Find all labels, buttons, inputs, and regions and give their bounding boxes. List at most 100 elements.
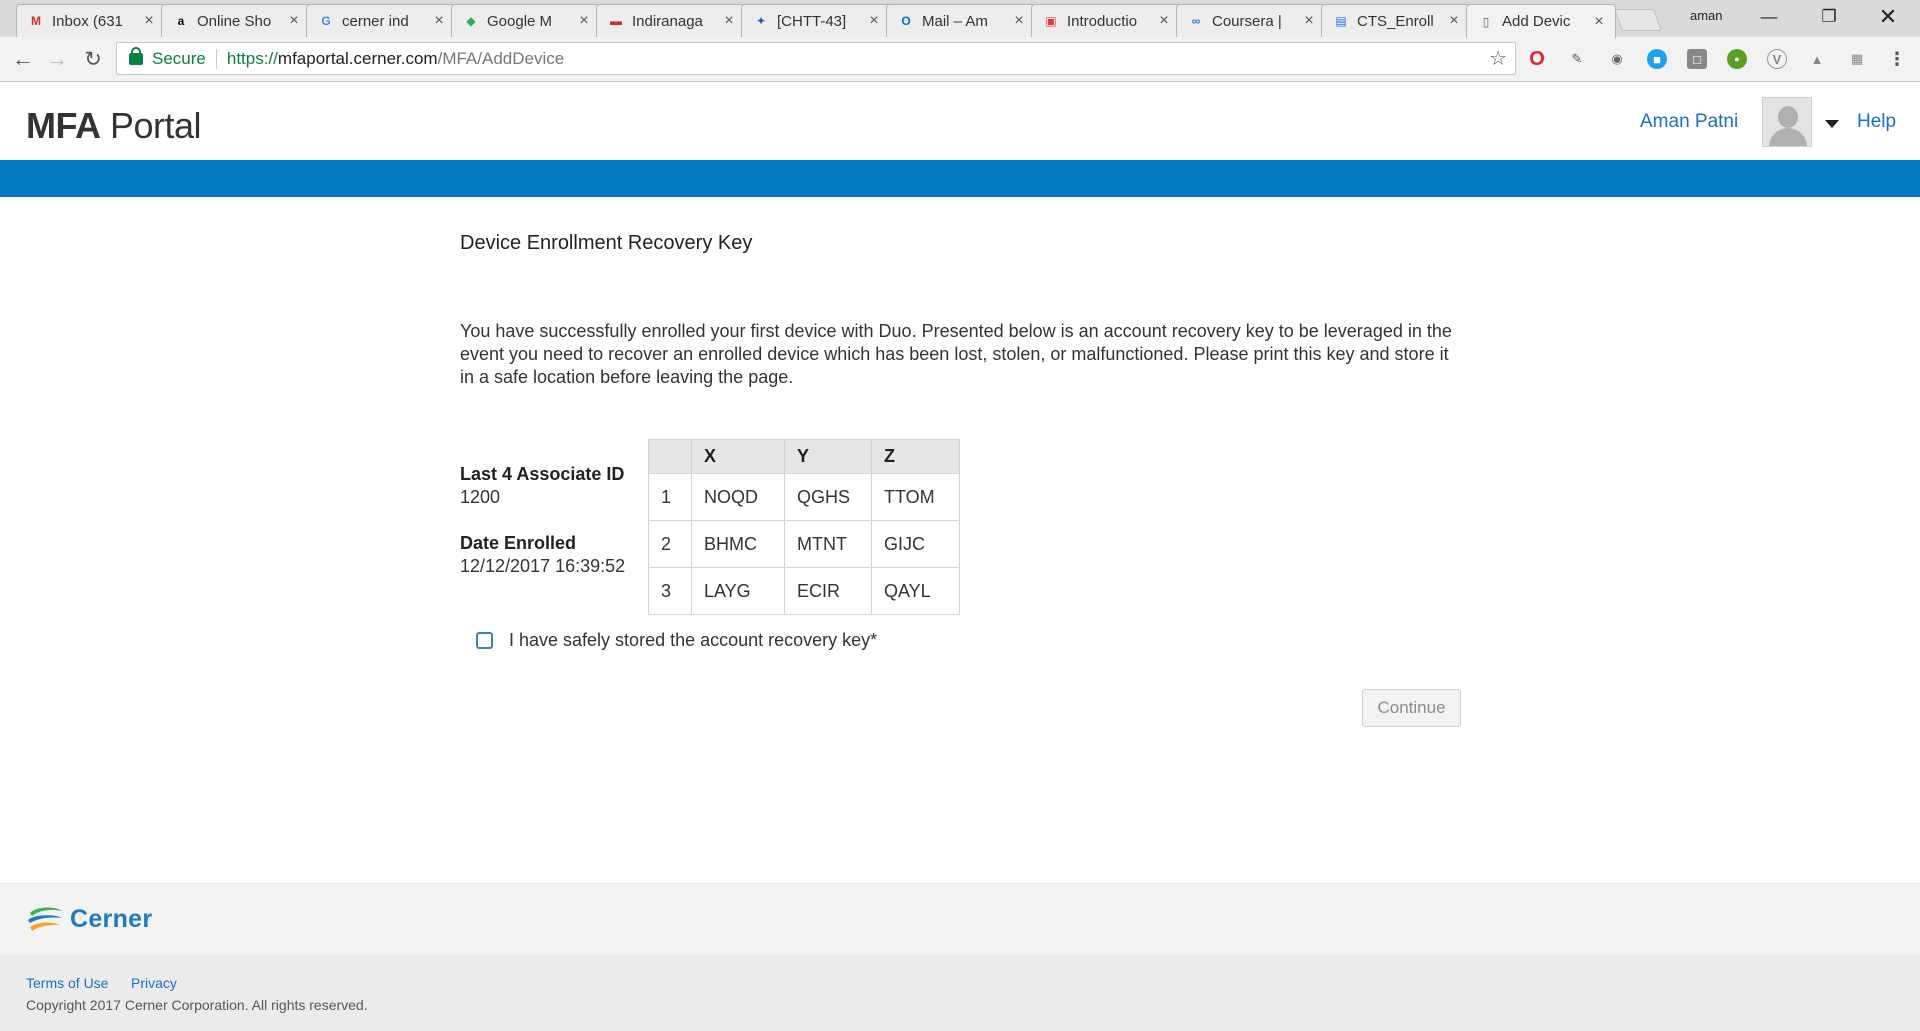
key-cell: NOQD xyxy=(691,473,785,521)
coursera-icon: ∞ xyxy=(1191,14,1201,28)
table-header-row: X Y Z xyxy=(648,439,960,474)
browser-tab[interactable]: ◆ Google M × xyxy=(451,4,601,37)
lock-icon xyxy=(129,46,143,65)
privacy-link[interactable]: Privacy xyxy=(131,975,177,991)
recovery-key-acknowledgement[interactable]: I have safely stored the account recover… xyxy=(476,630,877,651)
browser-tab[interactable]: ▣ Introductio × xyxy=(1031,4,1181,37)
recovery-key-table: X Y Z 1 NOQD QGHS TTOM 2 BHMC MTNT GIJC xyxy=(648,439,960,615)
tab-close-icon[interactable]: × xyxy=(1591,13,1607,31)
new-tab-button[interactable] xyxy=(1613,9,1663,31)
table-row: 2 BHMC MTNT GIJC xyxy=(648,520,960,568)
site-icon: ▬ xyxy=(610,14,622,28)
omnibox-divider xyxy=(215,48,217,69)
tab-title: Add Devic xyxy=(1502,13,1571,30)
stats-extension-icon[interactable]: ▦ xyxy=(1847,49,1867,69)
help-link[interactable]: Help xyxy=(1857,111,1896,133)
tab-close-icon[interactable]: × xyxy=(141,12,157,30)
address-bar[interactable]: Secure https:// mfaportal.cerner.com /MF… xyxy=(116,42,1516,75)
v-extension-icon[interactable]: V xyxy=(1767,49,1787,69)
row-number-cell: 3 xyxy=(648,567,692,615)
url-host: mfaportal.cerner.com xyxy=(277,48,438,68)
browser-tab-strip: M Inbox (631 × a Online Sho × Gcerner ind × ◆ Goo… xyxy=(0,0,1920,38)
key-cell: GIJC xyxy=(871,520,960,568)
tab-close-icon[interactable]: × xyxy=(1301,12,1317,30)
forward-icon[interactable]: → xyxy=(42,45,72,73)
user-name-link[interactable]: Aman Patni xyxy=(1640,111,1738,133)
table-row: 3 LAYG ECIR QAYL xyxy=(648,567,960,615)
date-enrolled-label: Date Enrolled xyxy=(460,533,577,553)
copyright-text: Copyright 2017 Cerner Corporation. All r… xyxy=(26,997,368,1013)
amazon-icon: a xyxy=(177,14,185,28)
browser-tab[interactable]: ▯ Add Devic × xyxy=(1466,4,1616,38)
tab-title: Mail – Am xyxy=(922,12,988,30)
chevron-down-icon[interactable] xyxy=(1825,120,1839,128)
table-header-cell: Z xyxy=(871,439,960,474)
terms-of-use-link[interactable]: Terms of Use xyxy=(26,975,108,991)
page-icon: ▯ xyxy=(1482,14,1490,29)
intro-text: You have successfully enrolled your firs… xyxy=(460,321,1452,387)
key-cell: MTNT xyxy=(784,520,872,568)
browser-toolbar: ← → ↻ Secure https:// mfaportal.cerner.c… xyxy=(0,37,1920,82)
browser-tab[interactable]: Gcerner ind × xyxy=(306,4,456,37)
tab-title: Inbox (631 xyxy=(52,12,123,30)
document-icon: ▤ xyxy=(1335,14,1347,28)
tab-close-icon[interactable]: × xyxy=(286,12,302,30)
page-title: Device Enrollment Recovery Key xyxy=(460,232,753,254)
google-icon: G xyxy=(321,14,331,28)
continue-button[interactable]: Continue xyxy=(1362,689,1461,727)
table-header-cell: Y xyxy=(784,439,872,474)
gmail-icon: M xyxy=(31,14,41,28)
secure-label: Secure xyxy=(152,48,206,68)
back-icon[interactable]: ← xyxy=(8,45,38,73)
browser-tab[interactable]: O Mail – Am × xyxy=(886,4,1036,37)
tab-title: Introductio xyxy=(1067,12,1138,30)
row-number-cell: 2 xyxy=(648,520,692,568)
stored-key-checkbox[interactable] xyxy=(476,632,493,649)
key-cell: QGHS xyxy=(784,473,872,521)
tab-close-icon[interactable]: × xyxy=(1011,12,1027,30)
date-enrolled-value: 12/12/2017 16:39:52 xyxy=(460,556,626,576)
camera-extension-icon[interactable]: ◉ xyxy=(1607,49,1627,69)
table-header-cell xyxy=(648,439,692,474)
browser-tab[interactable]: ▤ CTS_Enroll × xyxy=(1321,4,1471,37)
restore-icon[interactable]: ❐ xyxy=(1805,0,1853,33)
url-scheme: https:// xyxy=(226,48,278,68)
window-close-icon[interactable]: ✕ xyxy=(1864,0,1912,33)
eyedropper-extension-icon[interactable]: ✎ xyxy=(1567,49,1587,69)
associate-id-value: 1200 xyxy=(460,487,501,507)
row-number-cell: 1 xyxy=(648,473,692,521)
chrome-menu-icon[interactable]: ⋮ xyxy=(1887,49,1907,69)
footer-brand-text: Cerner xyxy=(70,904,153,933)
header-accent-bar xyxy=(0,160,1920,197)
tab-close-icon[interactable]: × xyxy=(721,12,737,30)
slides-icon: ▣ xyxy=(1045,14,1057,28)
bookmark-star-icon[interactable]: ☆ xyxy=(1489,46,1507,71)
cerner-logo[interactable]: Cerner xyxy=(26,904,152,934)
pdf-extension-icon[interactable]: ▲ xyxy=(1807,49,1827,69)
avatar[interactable] xyxy=(1762,97,1812,147)
reload-icon[interactable]: ↻ xyxy=(78,45,108,73)
tab-close-icon[interactable]: × xyxy=(431,12,447,30)
browser-tab[interactable]: ✦ [CHTT-43] × xyxy=(741,4,891,37)
page: MFA Portal Aman Patni Help Device Enroll… xyxy=(0,82,1920,1031)
tab-title: CTS_Enroll xyxy=(1357,12,1434,30)
profile-name[interactable]: aman xyxy=(1690,8,1723,23)
note-extension-icon[interactable]: □ xyxy=(1687,49,1707,69)
browser-tab[interactable]: ▬ Indiranaga × xyxy=(596,4,746,37)
browser-tab[interactable]: ∞ Coursera | × xyxy=(1176,4,1326,37)
mfa-portal-logo[interactable]: MFA Portal xyxy=(26,105,202,147)
table-header-cell: X xyxy=(691,439,785,474)
tab-close-icon[interactable]: × xyxy=(866,12,882,30)
tab-close-icon[interactable]: × xyxy=(1446,12,1462,30)
vpn-extension-icon[interactable]: ■ xyxy=(1647,49,1667,69)
stored-key-checkbox-label[interactable]: I have safely stored the account recover… xyxy=(509,630,877,651)
tab-close-icon[interactable]: × xyxy=(576,12,592,30)
outlook-icon: O xyxy=(901,14,911,28)
browser-tab[interactable]: a Online Sho × xyxy=(161,4,311,37)
shopping-extension-icon[interactable]: ● xyxy=(1727,49,1747,69)
minimize-icon[interactable]: — xyxy=(1745,0,1793,33)
maps-icon: ◆ xyxy=(466,14,476,28)
browser-tab[interactable]: M Inbox (631 × xyxy=(16,4,166,37)
opera-extension-icon[interactable]: O xyxy=(1527,48,1547,70)
tab-close-icon[interactable]: × xyxy=(1156,12,1172,30)
